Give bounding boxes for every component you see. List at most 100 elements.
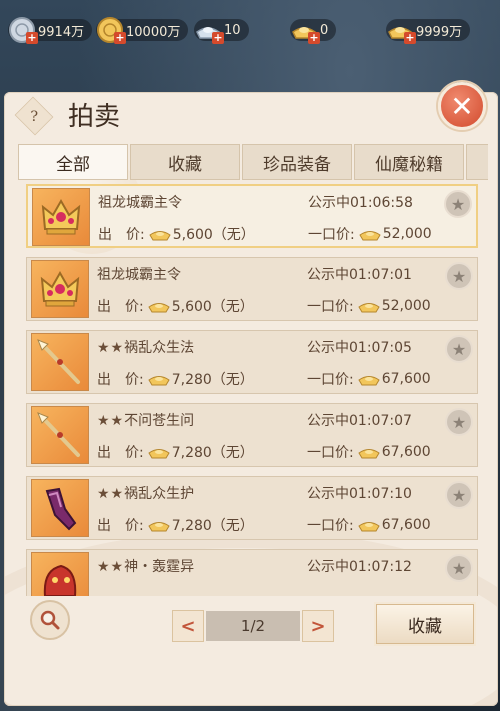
prev-page-button[interactable]: <: [172, 610, 204, 642]
currency-gold-ingot[interactable]: + 0: [290, 15, 380, 45]
tab-rare-equipment[interactable]: 珍品装备: [242, 144, 352, 180]
currency-gold-ingot-bound[interactable]: + 9999万: [386, 15, 476, 45]
item-name-text: 祖龙城霸主令: [97, 267, 181, 283]
countdown-time: 01:07:05: [349, 340, 412, 356]
gold-ingot-icon: [359, 231, 381, 241]
buyout-label: 一口价:: [307, 299, 354, 315]
buyout-label: 一口价:: [307, 445, 354, 461]
auction-item[interactable]: 祖龙城霸主令 公示中01:06:58 出 价: 5,600（无） 一口价: 52,0…: [26, 184, 478, 248]
item-name: ★★不问苍生问: [97, 410, 194, 430]
item-name-text: 祸乱众生法: [124, 340, 195, 356]
item-thumbnail[interactable]: [32, 188, 90, 246]
currency-gold-coin[interactable]: + 10000万: [96, 15, 189, 45]
tab-more[interactable]: 精: [466, 144, 488, 180]
bid-price: 出 价: 7,280（无）: [97, 515, 254, 535]
item-thumbnail[interactable]: [31, 333, 89, 391]
bid-label: 出 价:: [98, 227, 145, 243]
status-text: 公示中: [307, 340, 349, 356]
item-name: ★★神・轰霆异: [97, 556, 194, 576]
buyout-value: 52,000: [381, 298, 431, 314]
bid-price: 出 价: 5,600（无）: [98, 224, 255, 244]
buyout-value: 67,600: [381, 444, 431, 460]
next-page-button[interactable]: >: [302, 610, 334, 642]
bid-price: 出 价: 7,280（无）: [97, 442, 254, 462]
countdown-time: 01:07:12: [349, 559, 412, 575]
panel-header: ? 拍卖: [4, 92, 498, 140]
status-text: 公示中: [307, 559, 349, 575]
favorite-star-button[interactable]: ★: [445, 408, 473, 436]
bid-label: 出 价:: [97, 518, 144, 534]
bid-price: 出 价: 7,280（无）: [97, 369, 254, 389]
page-indicator: 1/2: [206, 611, 300, 641]
status-text: 公示中: [307, 267, 349, 283]
add-icon[interactable]: +: [114, 32, 126, 44]
status-text: 公示中: [307, 413, 349, 429]
countdown-time: 01:07:10: [349, 486, 412, 502]
gold-ingot-icon: [358, 303, 380, 313]
favorite-star-button[interactable]: ★: [445, 554, 473, 582]
star-icon: ★: [451, 485, 467, 505]
buyout-value: 67,600: [381, 371, 431, 387]
gold-ingot-icon: [148, 376, 170, 386]
gold-ingot-icon: [149, 231, 171, 241]
item-name-text: 祸乱众生护: [124, 486, 195, 502]
bid-price: 出 价: 5,600（无）: [97, 296, 254, 316]
gold-ingot-icon: [148, 449, 170, 459]
crown-icon: [37, 193, 85, 241]
add-icon[interactable]: +: [308, 32, 320, 44]
item-status: 公示中01:07:12: [307, 556, 412, 576]
gauntlet-icon: [35, 483, 85, 533]
add-icon[interactable]: +: [212, 32, 224, 44]
bid-value: 5,600（无）: [172, 227, 255, 243]
favorite-button[interactable]: 收藏: [376, 604, 474, 644]
status-text: 公示中: [307, 486, 349, 502]
auction-item[interactable]: 祖龙城霸主令 公示中01:07:01 出 价: 5,600（无） 一口价: 52,0…: [26, 257, 478, 321]
add-icon[interactable]: +: [404, 32, 416, 44]
item-stars: ★★: [97, 559, 125, 575]
close-button[interactable]: ✕: [438, 82, 486, 130]
bid-value: 5,600（无）: [171, 299, 254, 315]
bid-label: 出 价:: [97, 372, 144, 388]
gold-ingot-icon: [148, 522, 170, 532]
status-text: 公示中: [308, 195, 350, 211]
item-status: 公示中01:06:58: [308, 192, 413, 212]
auction-item[interactable]: ★★祸乱众生法 公示中01:07:05 出 价: 7,280（无） 一口价: 67,…: [26, 330, 478, 394]
star-icon: ★: [451, 339, 467, 359]
auction-item[interactable]: ★★不问苍生问 公示中01:07:07 出 价: 7,280（无） 一口价: 67,…: [26, 403, 478, 467]
add-icon[interactable]: +: [26, 32, 38, 44]
favorite-star-button[interactable]: ★: [445, 335, 473, 363]
item-thumbnail[interactable]: [31, 479, 89, 537]
tab-secret-books[interactable]: 仙魔秘籍: [354, 144, 464, 180]
auction-item[interactable]: ★★祸乱众生护 公示中01:07:10 出 价: 7,280（无） 一口价: 67,…: [26, 476, 478, 540]
favorite-star-button[interactable]: ★: [445, 481, 473, 509]
favorite-star-button[interactable]: ★: [445, 262, 473, 290]
bid-value: 7,280（无）: [171, 445, 254, 461]
item-name: 祖龙城霸主令: [97, 264, 181, 284]
item-status: 公示中01:07:05: [307, 337, 412, 357]
favorite-star-button[interactable]: ★: [444, 190, 472, 218]
currency-silver-coin[interactable]: + 9914万: [8, 15, 93, 45]
item-thumbnail[interactable]: [31, 406, 89, 464]
search-button[interactable]: [30, 600, 70, 640]
item-thumbnail[interactable]: [31, 552, 89, 596]
auction-item[interactable]: ★★神・轰霆异 公示中01:07:12 ★: [26, 549, 478, 596]
tab-favorites[interactable]: 收藏: [130, 144, 240, 180]
item-thumbnail[interactable]: [31, 260, 89, 318]
item-status: 公示中01:07:07: [307, 410, 412, 430]
bid-label: 出 价:: [97, 299, 144, 315]
currency-silver-ingot[interactable]: + 10: [194, 15, 284, 45]
help-button[interactable]: ?: [14, 96, 54, 136]
close-icon: ✕: [450, 89, 474, 123]
crown-icon: [36, 265, 84, 313]
buyout-label: 一口价:: [308, 227, 355, 243]
buyout-value: 67,600: [381, 517, 431, 533]
star-icon: ★: [451, 266, 467, 286]
gold-ingot-icon: [148, 303, 170, 313]
item-name: ★★祸乱众生法: [97, 337, 194, 357]
star-icon: ★: [451, 558, 467, 578]
spear-icon: [34, 409, 86, 461]
tab-all[interactable]: 全部: [18, 144, 128, 180]
buyout-price: 一口价: 67,600: [307, 515, 431, 535]
auction-list[interactable]: 祖龙城霸主令 公示中01:06:58 出 价: 5,600（无） 一口价: 52,0…: [26, 184, 482, 596]
buyout-price: 一口价: 67,600: [307, 442, 431, 462]
